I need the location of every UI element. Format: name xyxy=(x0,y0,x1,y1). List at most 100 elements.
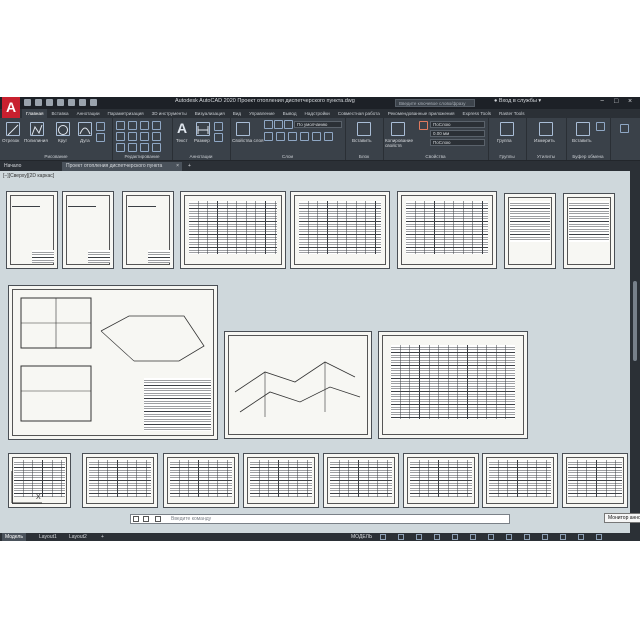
isodraft-icon[interactable] xyxy=(452,534,458,540)
sign-in-button[interactable]: ● Вход в службы ▾ xyxy=(494,98,541,104)
layer-combo[interactable]: По умолчанию xyxy=(294,121,342,128)
search-input[interactable]: Введите ключевое слово/фразу xyxy=(395,99,475,107)
ribbon-tab[interactable]: Параметризация xyxy=(104,109,148,118)
drawing-sheet[interactable] xyxy=(243,453,319,508)
ribbon-tab[interactable]: Визуализация xyxy=(191,109,229,118)
color-icon[interactable] xyxy=(419,121,428,130)
layer-properties-icon[interactable] xyxy=(236,122,250,136)
ribbon-tab[interactable]: Express Tools xyxy=(459,109,496,118)
drawing-sheet[interactable] xyxy=(504,193,556,269)
drawing-sheet[interactable] xyxy=(6,191,58,269)
polar-icon[interactable] xyxy=(434,534,440,540)
scale-icon[interactable] xyxy=(128,143,137,152)
drawing-sheet[interactable] xyxy=(122,191,174,269)
view-icon[interactable] xyxy=(620,124,629,133)
match-properties-label[interactable]: Копирование свойств xyxy=(385,138,417,148)
open-file-icon[interactable] xyxy=(35,99,42,106)
paste-label[interactable]: Вставить xyxy=(572,138,591,143)
dimension-tool-label[interactable]: Размер xyxy=(194,138,210,143)
fillet-icon[interactable] xyxy=(140,132,149,141)
layer-copy-icon[interactable] xyxy=(324,132,333,141)
close-tab-icon[interactable]: × xyxy=(176,162,179,171)
plot-icon[interactable] xyxy=(68,99,75,106)
redo-icon[interactable] xyxy=(90,99,97,106)
hatch-icon[interactable] xyxy=(96,122,105,131)
selection-cycling-icon[interactable] xyxy=(542,534,548,540)
copy-icon[interactable] xyxy=(116,132,125,141)
snap-icon[interactable] xyxy=(398,534,404,540)
annotation-scale-icon[interactable] xyxy=(560,534,566,540)
model-space-button[interactable]: МОДЕЛЬ xyxy=(348,533,375,541)
ortho-icon[interactable] xyxy=(416,534,422,540)
minimize-button[interactable]: − xyxy=(600,98,604,105)
tab-drawing[interactable]: Проект отопления диспетчерского пункта × xyxy=(62,162,182,171)
tab-layout2[interactable]: Layout2 xyxy=(66,533,90,541)
array-icon[interactable] xyxy=(140,143,149,152)
polyline-tool-label[interactable]: Полилиния xyxy=(24,138,48,143)
drawing-area[interactable]: [−][Сверху][2D каркас] xyxy=(0,171,630,533)
leader-icon[interactable] xyxy=(214,122,223,131)
text-icon[interactable]: A xyxy=(177,120,187,136)
group-label[interactable]: Группа xyxy=(497,138,512,143)
scroll-thumb[interactable] xyxy=(633,281,637,361)
ribbon-tab[interactable]: Вид xyxy=(229,109,245,118)
command-history-icon[interactable] xyxy=(155,516,161,522)
viewport-controls[interactable]: [−][Сверху][2D каркас] xyxy=(3,173,54,179)
circle-tool-label[interactable]: Круг xyxy=(58,138,67,143)
vertical-scrollbar[interactable] xyxy=(630,171,640,533)
insert-block-icon[interactable] xyxy=(357,122,371,136)
panel-block-title[interactable]: Блок xyxy=(345,154,383,159)
add-layout-button[interactable]: + xyxy=(98,533,107,541)
autocad-logo-icon[interactable]: A xyxy=(2,97,20,119)
drawing-sheet[interactable] xyxy=(403,453,479,508)
explode-icon[interactable] xyxy=(152,132,161,141)
paste-icon[interactable] xyxy=(576,122,590,136)
measure-icon[interactable] xyxy=(539,122,553,136)
transparency-icon[interactable] xyxy=(524,534,530,540)
ribbon-tab[interactable]: Надстройки xyxy=(301,109,334,118)
sun-icon[interactable] xyxy=(274,120,283,129)
lightbulb-icon[interactable] xyxy=(264,120,273,129)
lineweight-icon[interactable] xyxy=(506,534,512,540)
lock-icon[interactable] xyxy=(284,120,293,129)
layer-iso-icon[interactable] xyxy=(276,132,285,141)
drawing-sheet[interactable] xyxy=(82,453,158,508)
ribbon-tab[interactable]: Рекомендованные приложения xyxy=(384,109,459,118)
match-properties-icon[interactable] xyxy=(391,122,405,136)
ribbon-tab[interactable]: Совместная работа xyxy=(334,109,384,118)
drawing-sheet[interactable] xyxy=(224,331,372,439)
offset-icon[interactable] xyxy=(152,143,161,152)
ribbon-tab[interactable]: Вывод xyxy=(279,109,301,118)
polyline-icon[interactable] xyxy=(30,122,44,136)
tab-model[interactable]: Модель xyxy=(2,533,26,541)
layer-off-icon[interactable] xyxy=(288,132,297,141)
table-icon[interactable] xyxy=(214,133,223,142)
drawing-sheet[interactable] xyxy=(482,453,558,508)
save-icon[interactable] xyxy=(46,99,53,106)
panel-layers-title[interactable]: Слои xyxy=(230,154,345,159)
linetype-combo[interactable]: ПоСлою xyxy=(430,139,485,146)
arc-tool-label[interactable]: Дуга xyxy=(80,138,90,143)
new-tab-button[interactable]: + xyxy=(184,162,196,171)
insert-block-label[interactable]: Вставить xyxy=(352,138,371,143)
rotate-icon[interactable] xyxy=(128,121,137,130)
dimension-icon[interactable] xyxy=(196,122,210,136)
drawing-sheet[interactable] xyxy=(397,191,497,269)
command-input[interactable]: Введите команду xyxy=(171,516,211,522)
drawing-sheet[interactable] xyxy=(378,331,528,439)
command-close-icon[interactable] xyxy=(133,516,139,522)
ribbon-tab[interactable]: Raster Tools xyxy=(495,109,528,118)
tab-start[interactable]: Начало xyxy=(0,162,62,171)
customize-icon[interactable] xyxy=(596,534,602,540)
drawing-sheet[interactable] xyxy=(163,453,239,508)
group-icon[interactable] xyxy=(500,122,514,136)
ribbon-tab[interactable]: Аннотации xyxy=(73,109,104,118)
panel-properties-title[interactable]: Свойства xyxy=(383,154,488,159)
panel-annotation-title[interactable]: Аннотации xyxy=(172,154,230,159)
mirror-icon[interactable] xyxy=(128,132,137,141)
save-as-icon[interactable] xyxy=(57,99,64,106)
panel-draw-title[interactable]: Рисование xyxy=(0,154,112,159)
close-button[interactable]: × xyxy=(628,98,632,105)
command-line[interactable]: Введите команду xyxy=(130,514,510,524)
ribbon-tab[interactable]: Вставка xyxy=(47,109,72,118)
